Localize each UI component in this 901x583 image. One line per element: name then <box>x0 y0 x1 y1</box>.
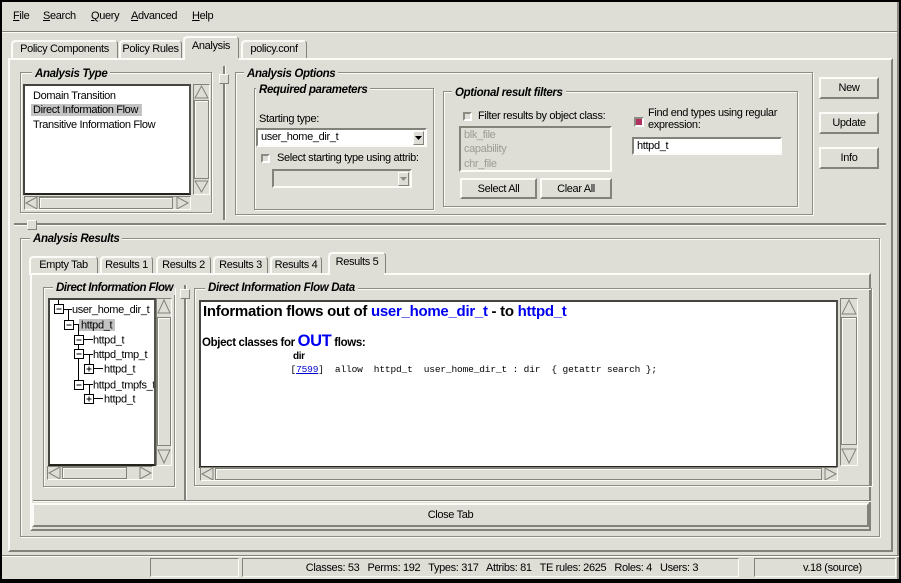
svg-text:user_home_dir_t: user_home_dir_t <box>72 304 150 316</box>
svg-text:httpd_t: httpd_t <box>104 364 135 376</box>
svg-text:httpd_tmpfs_t: httpd_tmpfs_t <box>93 380 154 392</box>
svg-text:httpd_t: httpd_t <box>104 394 135 406</box>
svg-text:httpd_tmp_t: httpd_tmp_t <box>93 349 148 361</box>
svg-text:httpd_t: httpd_t <box>93 335 124 347</box>
svg-text:httpd_t: httpd_t <box>81 320 112 332</box>
